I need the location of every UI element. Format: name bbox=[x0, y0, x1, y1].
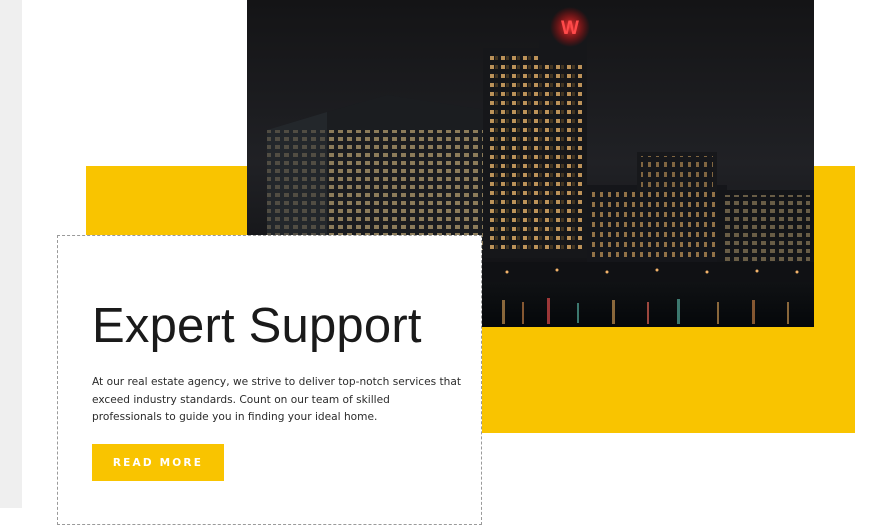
sign-letter: W bbox=[561, 18, 579, 39]
read-more-button[interactable]: READ MORE bbox=[92, 444, 224, 481]
left-rail bbox=[0, 0, 22, 508]
expert-support-card: Expert Support At our real estate agency… bbox=[57, 235, 482, 525]
card-description: At our real estate agency, we strive to … bbox=[92, 376, 462, 423]
card-title: Expert Support bbox=[92, 299, 422, 353]
